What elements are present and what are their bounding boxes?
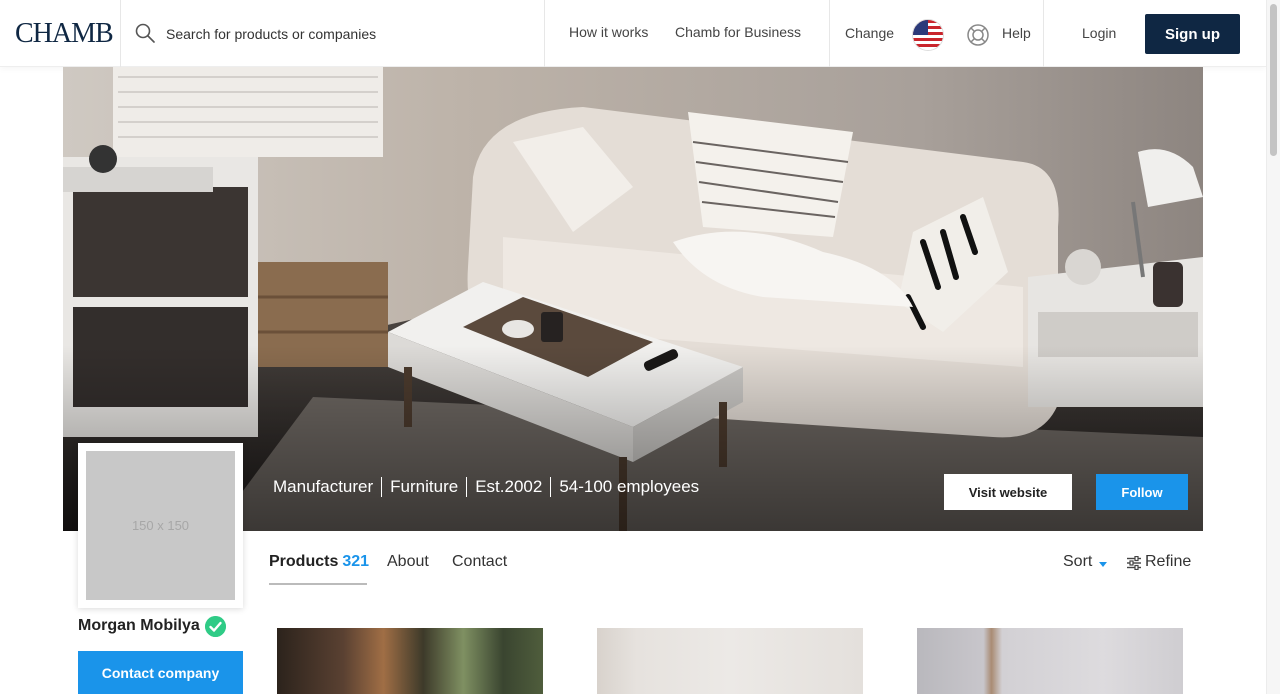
search-input[interactable] (166, 22, 378, 46)
company-name: Morgan Mobilya (78, 617, 200, 634)
nav-help[interactable]: Help (1002, 25, 1031, 41)
scrollbar-thumb[interactable] (1270, 4, 1277, 156)
company-logo-placeholder: 150 x 150 (86, 451, 235, 600)
tab-contact[interactable]: Contact (452, 553, 507, 571)
product-card-image[interactable] (917, 628, 1183, 694)
divider (544, 0, 545, 67)
meta-established: Est.2002 (466, 477, 550, 497)
sliders-icon[interactable] (1127, 556, 1141, 570)
signup-button[interactable]: Sign up (1145, 14, 1240, 54)
company-logo-frame: 150 x 150 (78, 443, 243, 608)
active-tab-indicator (269, 583, 367, 585)
contact-company-button[interactable]: Contact company (78, 651, 243, 694)
meta-type: Manufacturer (273, 477, 374, 496)
divider (120, 0, 121, 67)
product-card-image[interactable] (597, 628, 863, 694)
logo[interactable]: CHAMB (15, 18, 114, 50)
lifebuoy-help-icon[interactable] (966, 23, 990, 47)
nav-change-language[interactable]: Change (845, 25, 894, 41)
meta-category: Furniture (381, 477, 466, 497)
search-icon (135, 23, 155, 43)
top-navbar: CHAMB How it works Chamb for Business Ch… (0, 0, 1266, 67)
page-scrollbar[interactable] (1266, 0, 1280, 694)
login-link[interactable]: Login (1082, 25, 1116, 41)
caret-down-icon[interactable] (1099, 562, 1107, 567)
nav-chamb-for-business[interactable]: Chamb for Business (675, 24, 801, 40)
product-card-image[interactable] (277, 628, 543, 694)
divider (829, 0, 830, 67)
refine-filter-button[interactable]: Refine (1145, 553, 1191, 571)
tab-about[interactable]: About (387, 553, 429, 571)
divider (1043, 0, 1044, 67)
company-meta: Manufacturer Furniture Est.2002 54-100 e… (273, 477, 707, 497)
nav-how-it-works[interactable]: How it works (569, 24, 648, 40)
tab-products[interactable]: Products 321 (269, 553, 369, 571)
visit-website-button[interactable]: Visit website (944, 474, 1072, 510)
meta-employees: 54-100 employees (550, 477, 707, 497)
us-flag-icon[interactable] (913, 20, 943, 50)
follow-button[interactable]: Follow (1096, 474, 1188, 510)
products-count-badge: 321 (342, 553, 370, 570)
sort-dropdown[interactable]: Sort (1063, 553, 1092, 571)
tab-products-label: Products (269, 553, 339, 570)
verified-check-icon (205, 616, 226, 637)
